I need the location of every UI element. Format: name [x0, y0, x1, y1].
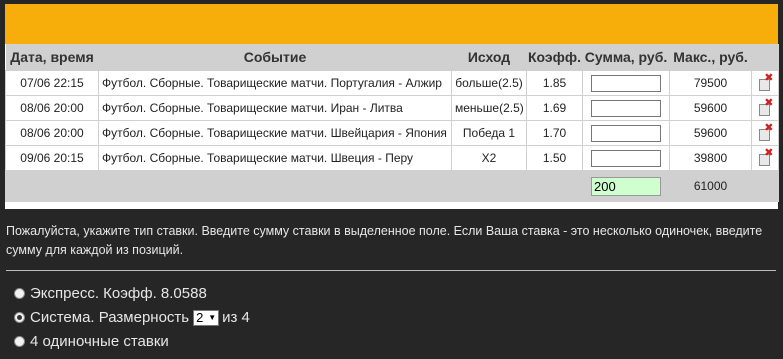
totals-row: 61000	[5, 170, 779, 202]
bet-type-singles[interactable]: 4 одиночные ставки	[14, 333, 169, 350]
table-header-row: Дата, время Событие Исход Коэфф. Сумма, …	[5, 44, 779, 71]
radio-system[interactable]	[14, 312, 25, 323]
bet-type-express-label: Экспресс. Коэфф. 8.0588	[30, 285, 207, 302]
bet-type-singles-label: 4 одиночные ставки	[30, 333, 169, 350]
column-header-delete	[751, 44, 779, 71]
cell-sum	[582, 95, 670, 121]
table-row: 08/06 20:00 Футбол. Сборные. Товарищески…	[5, 120, 779, 146]
cell-date: 08/06 20:00	[5, 120, 99, 146]
cell-outcome: меньше(2.5)	[451, 95, 527, 121]
stake-amount-input[interactable]	[591, 74, 661, 92]
column-header-sum: Сумма, руб.	[582, 44, 670, 71]
delete-icon[interactable]: ✖	[758, 72, 774, 91]
system-size-select[interactable]: 2 ▼	[193, 309, 220, 326]
cell-sum	[582, 70, 670, 96]
cell-coef: 1.85	[526, 70, 583, 96]
stake-amount-input[interactable]	[591, 99, 661, 117]
cell-delete: ✖	[751, 145, 779, 171]
radio-express[interactable]	[14, 288, 25, 299]
bet-slip-panel: Дата, время Событие Исход Коэфф. Сумма, …	[5, 4, 779, 209]
stake-amount-input[interactable]	[591, 149, 661, 167]
table-row: 08/06 20:00 Футбол. Сборные. Товарищески…	[5, 95, 779, 121]
cell-total-sum	[582, 170, 670, 202]
cell-coef: 1.69	[526, 95, 583, 121]
divider	[6, 270, 776, 271]
cell-event: Футбол. Сборные. Товарищеские матчи. Шве…	[98, 120, 452, 146]
system-size-value: 2	[196, 310, 204, 325]
cell-date: 07/06 22:15	[5, 70, 99, 96]
cell-event: Футбол. Сборные. Товарищеские матчи. Шве…	[98, 145, 452, 171]
cell-coef: 1.50	[526, 145, 583, 171]
radio-singles[interactable]	[14, 336, 25, 347]
cell-coef: 1.70	[526, 120, 583, 146]
cell-delete: ✖	[751, 120, 779, 146]
cell-outcome: X2	[451, 145, 527, 171]
cell-date: 09/06 20:15	[5, 145, 99, 171]
cell-delete: ✖	[751, 70, 779, 96]
chevron-down-icon: ▼	[208, 313, 217, 322]
cell-total-max: 61000	[669, 170, 752, 202]
cell-date: 08/06 20:00	[5, 95, 99, 121]
stake-amount-input[interactable]	[591, 124, 661, 142]
total-stake-input[interactable]	[591, 176, 661, 196]
table-row: 09/06 20:15 Футбол. Сборные. Товарищески…	[5, 145, 779, 171]
cell-max: 59600	[669, 95, 752, 121]
cell-max: 79500	[669, 70, 752, 96]
bet-type-system[interactable]: Система. Размерность 2 ▼ из 4	[14, 309, 250, 326]
cell-max: 39800	[669, 145, 752, 171]
bet-type-express[interactable]: Экспресс. Коэфф. 8.0588	[14, 285, 207, 302]
delete-icon[interactable]: ✖	[758, 97, 774, 116]
table-row: 07/06 22:15 Футбол. Сборные. Товарищески…	[5, 70, 779, 96]
delete-icon[interactable]: ✖	[758, 147, 774, 166]
cell-event: Футбол. Сборные. Товарищеские матчи. Пор…	[98, 70, 452, 96]
column-header-event: Событие	[98, 44, 452, 71]
column-header-outcome: Исход	[451, 44, 527, 71]
instructions-text: Пожалуйста, укажите тип ставки. Введите …	[6, 224, 763, 257]
header-banner	[5, 4, 778, 44]
cell-sum	[582, 120, 670, 146]
cell-max: 59600	[669, 120, 752, 146]
column-header-max: Макс., руб.	[669, 44, 752, 71]
bet-type-system-label: Система. Размерность	[30, 309, 190, 326]
delete-icon[interactable]: ✖	[758, 122, 774, 141]
cell-event: Футбол. Сборные. Товарищеские матчи. Ира…	[98, 95, 452, 121]
bet-type-system-of: из 4	[222, 309, 250, 326]
cell-outcome: Победа 1	[451, 120, 527, 146]
cell-outcome: больше(2.5)	[451, 70, 527, 96]
cell-delete: ✖	[751, 95, 779, 121]
bet-slip-table: Дата, время Событие Исход Коэфф. Сумма, …	[5, 44, 779, 202]
cell-sum	[582, 145, 670, 171]
column-header-date: Дата, время	[5, 44, 99, 71]
column-header-coef: Коэфф.	[526, 44, 583, 71]
